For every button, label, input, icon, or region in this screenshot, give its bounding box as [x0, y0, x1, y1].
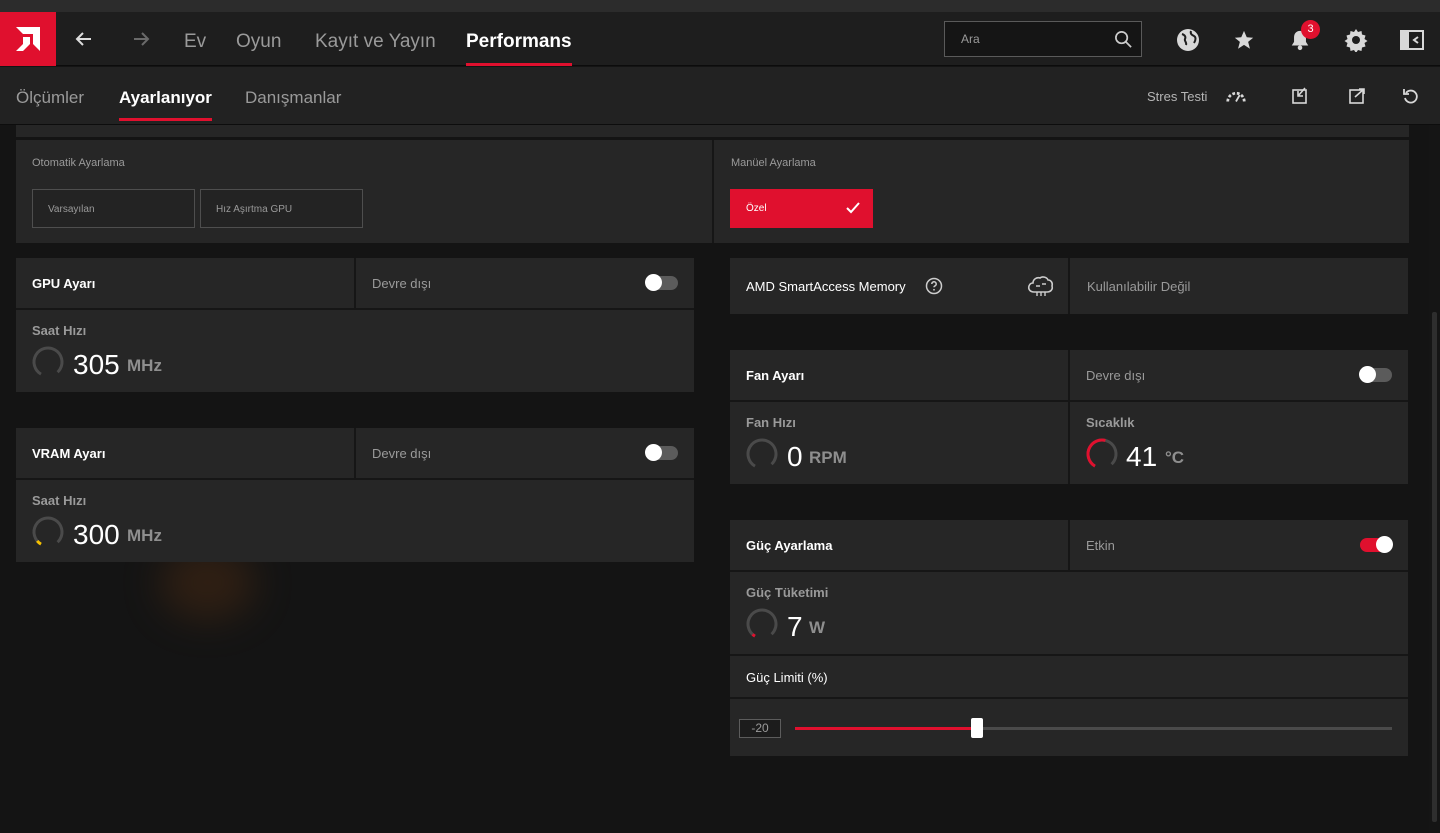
smart-access-memory-status: Kullanılabilir Değil — [1087, 279, 1191, 294]
default-preset-button[interactable]: Varsayılan — [32, 189, 195, 228]
scrollbar-thumb[interactable] — [1432, 312, 1437, 822]
manual-tuning-label: Manüel Ayarlama — [731, 157, 816, 169]
sidebar-toggle-icon[interactable] — [1398, 26, 1426, 54]
power-card-title-divider — [1068, 520, 1070, 570]
star-icon[interactable] — [1230, 26, 1258, 54]
tab-advisors[interactable]: Danışmanlar — [245, 67, 341, 125]
gpu-clock-label: Saat Hızı — [32, 323, 87, 338]
fan-speed-value: 0 — [787, 441, 803, 472]
help-icon[interactable] — [925, 277, 943, 295]
tuning-mode-divider — [712, 140, 714, 243]
auto-tuning-label: Otomatik Ayarlama — [32, 157, 125, 169]
tab-record-stream[interactable]: Kayıt ve Yayın — [315, 12, 436, 66]
sub-navigation-bar: Ölçümler Ayarlanıyor Danışmanlar Stres T… — [0, 67, 1440, 125]
arrow-right-icon[interactable] — [128, 26, 154, 52]
toggle-knob — [1359, 366, 1376, 383]
fan-card-column-divider — [1068, 350, 1070, 484]
overclock-gpu-preset-button[interactable]: Hız Aşırtma GPU — [200, 189, 363, 228]
gpu-clock-unit: MHz — [127, 356, 162, 375]
export-icon[interactable] — [1346, 85, 1368, 107]
smart-access-memory-title: AMD SmartAccess Memory — [746, 279, 906, 294]
power-limit-bottom-divider — [730, 697, 1408, 699]
power-consumption-label: Güç Tüketimi — [746, 585, 829, 600]
search-input[interactable]: Ara — [944, 21, 1142, 57]
temperature-label: Sıcaklık — [1086, 415, 1135, 430]
temperature-unit: °C — [1165, 448, 1185, 467]
gpu-card-title-divider — [354, 258, 356, 308]
reset-icon[interactable] — [1400, 85, 1422, 107]
toggle-knob — [1376, 536, 1393, 553]
temperature-value: 41 — [1126, 441, 1158, 472]
vram-card-header-divider — [16, 478, 694, 480]
vram-clock-gauge — [32, 516, 64, 548]
power-tuning-title: Güç Ayarlama — [746, 538, 833, 553]
sam-card-divider — [1068, 258, 1070, 314]
toggle-knob — [645, 274, 662, 291]
temperature-gauge — [1086, 438, 1118, 470]
custom-preset-label: Özel — [746, 203, 767, 214]
power-tuning-toggle[interactable] — [1360, 536, 1393, 553]
power-limit-value-box[interactable]: -20 — [739, 719, 781, 738]
window-title-bar — [0, 0, 1440, 12]
tab-home[interactable]: Ev — [184, 12, 206, 66]
memory-brain-icon — [1027, 276, 1054, 296]
vram-card-title-divider — [354, 428, 356, 478]
collapsed-panel-strip — [16, 125, 1409, 137]
fan-tuning-toggle[interactable] — [1359, 366, 1392, 383]
power-limit-label: Güç Limiti (%) — [746, 670, 828, 685]
vram-tuning-title: VRAM Ayarı — [32, 446, 106, 461]
notification-badge: 3 — [1301, 20, 1320, 39]
gpu-tuning-toggle[interactable] — [645, 274, 678, 291]
top-navigation-bar: Ev Oyun Kayıt ve Yayın Performans Ara 3 — [0, 12, 1440, 66]
tab-performance[interactable]: Performans — [466, 12, 572, 66]
power-consumption-gauge — [746, 608, 778, 640]
power-limit-slider-thumb[interactable] — [971, 718, 984, 738]
stress-gauge-icon[interactable] — [1225, 85, 1247, 107]
gpu-clock-gauge — [32, 346, 64, 378]
tab-gaming[interactable]: Oyun — [236, 12, 281, 66]
power-limit-top-divider — [730, 654, 1408, 656]
fan-tuning-title: Fan Ayarı — [746, 368, 805, 383]
import-icon[interactable] — [1289, 85, 1311, 107]
vram-tuning-toggle[interactable] — [645, 444, 678, 461]
vram-tuning-state: Devre dışı — [372, 446, 432, 461]
vram-clock-value: 300 — [73, 519, 120, 550]
arrow-left-icon[interactable] — [71, 26, 97, 52]
fan-speed-unit: RPM — [809, 448, 847, 467]
power-tuning-state: Etkin — [1086, 538, 1115, 553]
gpu-tuning-state: Devre dışı — [372, 276, 432, 291]
gpu-card-header-divider — [16, 308, 694, 310]
custom-preset-button[interactable]: Özel — [730, 189, 873, 228]
tab-tuning[interactable]: Ayarlanıyor — [119, 67, 212, 125]
power-card-header-divider — [730, 570, 1408, 572]
search-placeholder: Ara — [961, 32, 980, 46]
gpu-clock-value: 305 — [73, 349, 120, 380]
power-consumption-unit: W — [809, 618, 826, 637]
fan-tuning-state: Devre dışı — [1086, 368, 1146, 383]
power-consumption-value: 7 — [787, 611, 803, 642]
power-limit-slider[interactable] — [795, 718, 1392, 738]
fan-speed-gauge — [746, 438, 778, 470]
power-limit-slider-fill — [795, 727, 978, 730]
check-icon — [846, 202, 860, 214]
search-icon[interactable] — [1114, 30, 1133, 54]
vram-clock-unit: MHz — [127, 526, 162, 545]
gpu-tuning-title: GPU Ayarı — [32, 276, 96, 291]
gear-icon[interactable] — [1342, 26, 1370, 54]
globe-icon[interactable] — [1174, 26, 1202, 54]
fan-speed-label: Fan Hızı — [746, 415, 796, 430]
toggle-knob — [645, 444, 662, 461]
stress-test-label[interactable]: Stres Testi — [1147, 89, 1207, 104]
vram-clock-label: Saat Hızı — [32, 493, 87, 508]
amd-logo-icon[interactable] — [0, 12, 56, 66]
tab-metrics[interactable]: Ölçümler — [16, 67, 84, 125]
